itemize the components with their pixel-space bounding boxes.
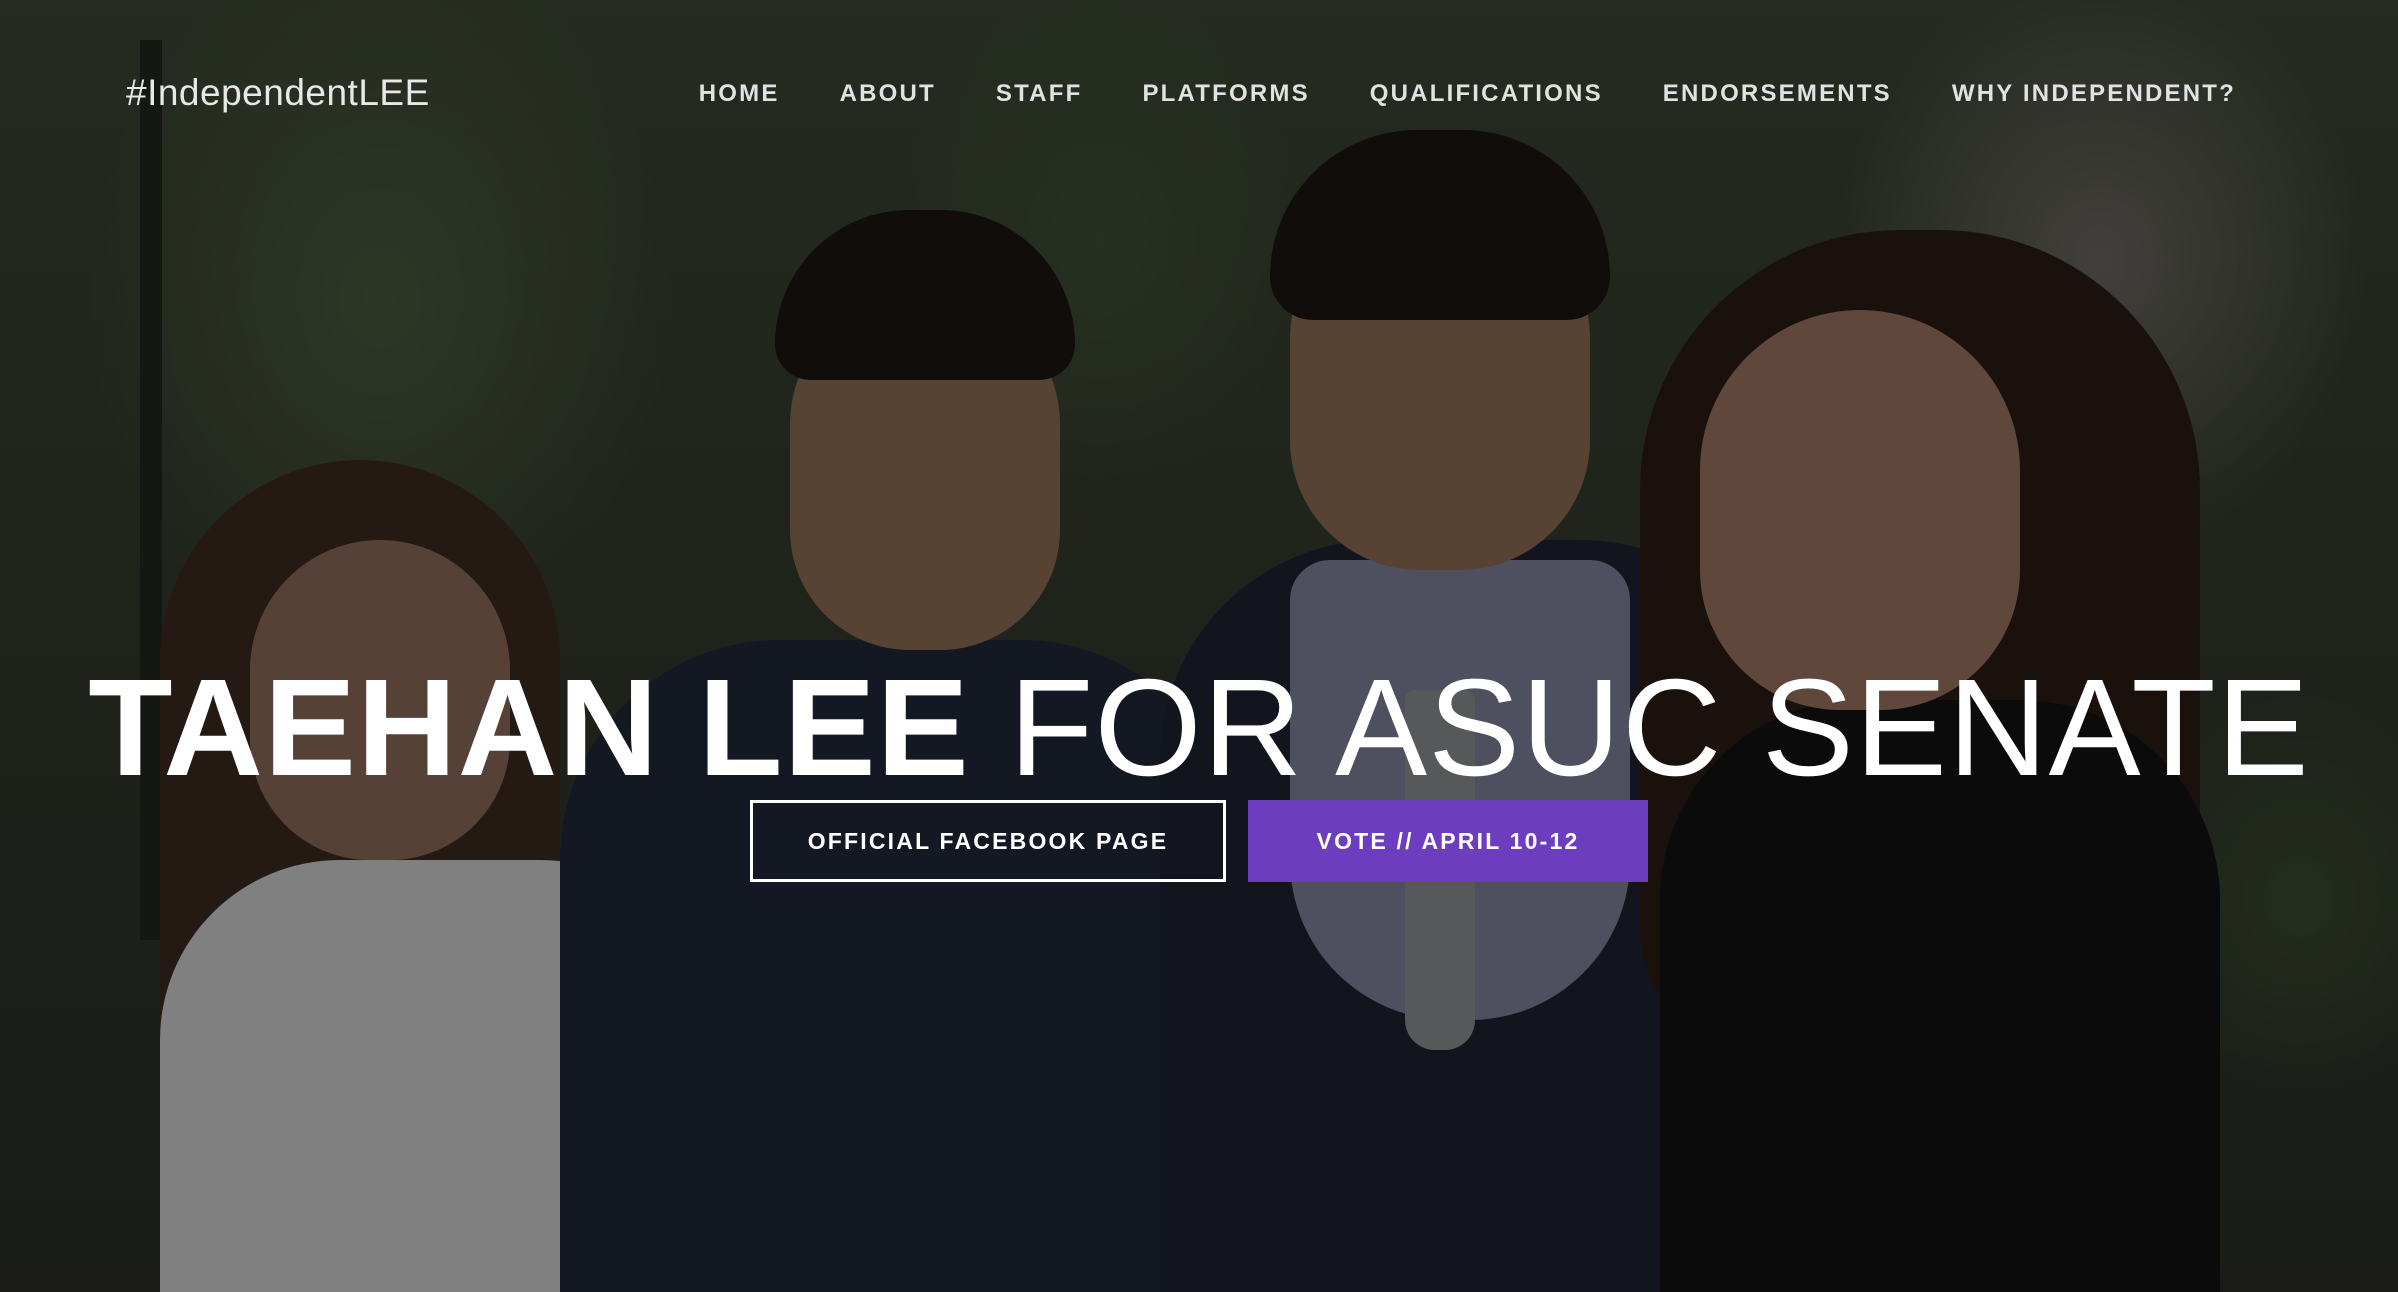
- top-navbar: #IndependentLEE HOME ABOUT STAFF PLATFOR…: [0, 0, 2398, 190]
- nav-item-home: HOME: [699, 80, 780, 108]
- nav-link-platforms[interactable]: PLATFORMS: [1142, 80, 1309, 107]
- nav-link-about[interactable]: ABOUT: [840, 80, 936, 107]
- nav-link-endorsements[interactable]: ENDORSEMENTS: [1663, 80, 1892, 107]
- nav-link-staff[interactable]: STAFF: [996, 80, 1083, 107]
- nav-item-platforms: PLATFORMS: [1142, 80, 1309, 108]
- brand-link[interactable]: #IndependentLEE: [126, 72, 430, 114]
- nav-item-staff: STAFF: [996, 80, 1083, 108]
- headline-candidate-name: TAEHAN LEE: [88, 651, 970, 806]
- hero-headline: TAEHAN LEE FOR ASUC SENATE: [0, 648, 2398, 808]
- facebook-page-button[interactable]: OFFICIAL FACEBOOK PAGE: [750, 800, 1226, 882]
- nav-item-about: ABOUT: [840, 80, 936, 108]
- hero-cta-group: OFFICIAL FACEBOOK PAGE VOTE // APRIL 10-…: [0, 800, 2398, 882]
- hero-section: #IndependentLEE HOME ABOUT STAFF PLATFOR…: [0, 0, 2398, 1292]
- nav-link-qualifications[interactable]: QUALIFICATIONS: [1370, 80, 1603, 107]
- nav-link-home[interactable]: HOME: [699, 80, 780, 107]
- hero-dark-overlay: [0, 0, 2398, 1292]
- nav-link-why-independent[interactable]: WHY INDEPENDENT?: [1952, 80, 2236, 107]
- nav-item-why-independent: WHY INDEPENDENT?: [1952, 80, 2236, 108]
- nav-item-qualifications: QUALIFICATIONS: [1370, 80, 1603, 108]
- main-nav: HOME ABOUT STAFF PLATFORMS QUALIFICATION…: [639, 80, 2236, 108]
- nav-item-endorsements: ENDORSEMENTS: [1663, 80, 1892, 108]
- headline-office: FOR ASUC SENATE: [1009, 651, 2310, 806]
- vote-button[interactable]: VOTE // APRIL 10-12: [1248, 800, 1648, 882]
